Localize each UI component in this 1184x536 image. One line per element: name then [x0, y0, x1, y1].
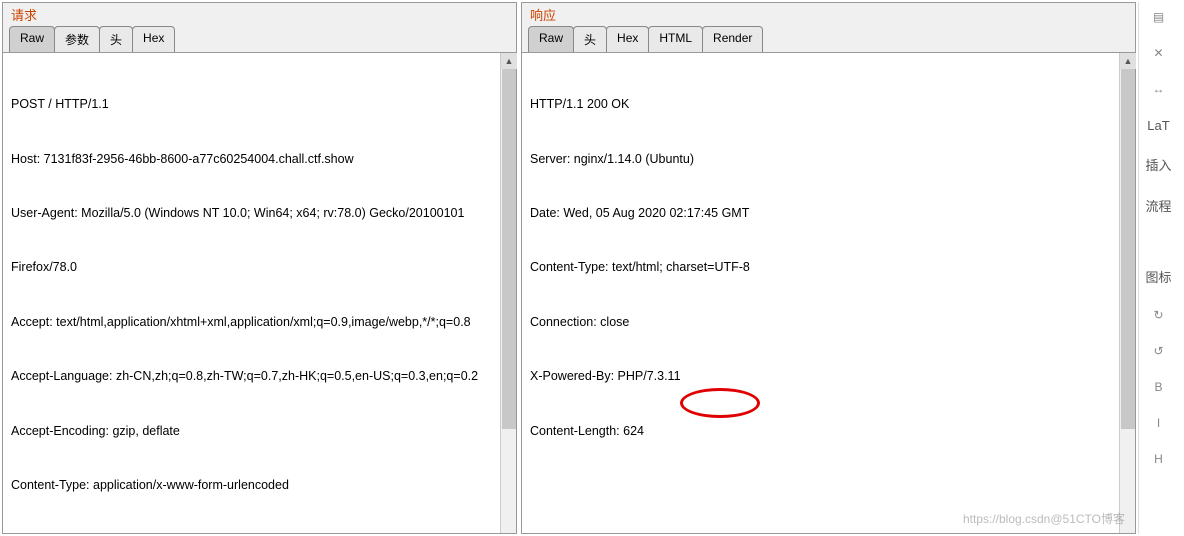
tab-raw[interactable]: Raw — [9, 26, 55, 52]
tab-hex[interactable]: Hex — [606, 26, 649, 52]
resp-line: Server: nginx/1.14.0 (Ubuntu) — [530, 150, 1127, 168]
req-line: Content-Length: 160 — [11, 530, 508, 533]
resp-line: Date: Wed, 05 Aug 2020 02:17:45 GMT — [530, 204, 1127, 222]
undo-icon[interactable]: ↻ — [1153, 308, 1163, 322]
scroll-thumb[interactable] — [502, 69, 516, 429]
resp-line: Content-Type: text/html; charset=UTF-8 — [530, 258, 1127, 276]
tab-params[interactable]: 参数 — [54, 26, 100, 52]
scroll-thumb[interactable] — [1121, 69, 1135, 429]
request-content[interactable]: POST / HTTP/1.1 Host: 7131f83f-2956-46bb… — [3, 53, 516, 533]
side-icon[interactable]: ✕ — [1153, 46, 1163, 60]
resp-line: Connection: close — [530, 313, 1127, 331]
italic-icon[interactable]: I — [1157, 416, 1160, 430]
response-scrollbar[interactable]: ▲ — [1119, 53, 1135, 533]
redo-icon[interactable]: ↺ — [1153, 344, 1163, 358]
resp-line: Content-Length: 624 — [530, 422, 1127, 440]
tab-headers[interactable]: 头 — [99, 26, 133, 52]
req-line: Content-Type: application/x-www-form-url… — [11, 476, 508, 494]
request-tabs: Raw 参数 头 Hex — [3, 24, 516, 53]
req-line: POST / HTTP/1.1 — [11, 95, 508, 113]
response-content[interactable]: HTTP/1.1 200 OK Server: nginx/1.14.0 (Ub… — [522, 53, 1135, 533]
response-panel: 响应 Raw 头 Hex HTML Render HTTP/1.1 200 OK… — [521, 2, 1136, 534]
scroll-up-icon[interactable]: ▲ — [1120, 53, 1136, 69]
tab-html[interactable]: HTML — [648, 26, 703, 52]
tab-render[interactable]: Render — [702, 26, 763, 52]
req-line: Firefox/78.0 — [11, 258, 508, 276]
req-line: Host: 7131f83f-2956-46bb-8600-a77c602540… — [11, 150, 508, 168]
side-item[interactable]: 插入 — [1145, 155, 1171, 174]
tab-raw[interactable]: Raw — [528, 26, 574, 52]
response-title: 响应 — [522, 3, 1135, 24]
bold-icon[interactable]: B — [1154, 380, 1162, 394]
request-panel: 请求 Raw 参数 头 Hex POST / HTTP/1.1 Host: 71… — [2, 2, 517, 534]
response-tabs: Raw 头 Hex HTML Render — [522, 24, 1135, 53]
req-line: Accept: text/html,application/xhtml+xml,… — [11, 313, 508, 331]
scroll-up-icon[interactable]: ▲ — [501, 53, 517, 69]
heading-icon[interactable]: H — [1154, 452, 1163, 466]
side-item[interactable]: LaT — [1147, 118, 1169, 133]
side-icon[interactable]: ▤ — [1153, 10, 1164, 24]
req-line: Accept-Language: zh-CN,zh;q=0.8,zh-TW;q=… — [11, 367, 508, 385]
tab-hex[interactable]: Hex — [132, 26, 175, 52]
resp-line: HTTP/1.1 200 OK — [530, 95, 1127, 113]
right-sidebar: ▤ ✕ ↔ LaT 插入 流程 图标 ↻ ↺ B I H — [1138, 2, 1178, 534]
req-line: User-Agent: Mozilla/5.0 (Windows NT 10.0… — [11, 204, 508, 222]
request-scrollbar[interactable]: ▲ — [500, 53, 516, 533]
request-title: 请求 — [3, 3, 516, 24]
tab-headers[interactable]: 头 — [573, 26, 607, 52]
side-item[interactable]: 流程 — [1145, 196, 1171, 215]
req-line: Accept-Encoding: gzip, deflate — [11, 422, 508, 440]
side-item[interactable]: 图标 — [1145, 267, 1171, 286]
side-icon[interactable]: ↔ — [1153, 82, 1165, 96]
resp-line: X-Powered-By: PHP/7.3.11 — [530, 367, 1127, 385]
resp-body: <html lang="zh-CN"> <head> <meta http-eq… — [530, 512, 1127, 533]
annotation-circle — [680, 388, 760, 418]
